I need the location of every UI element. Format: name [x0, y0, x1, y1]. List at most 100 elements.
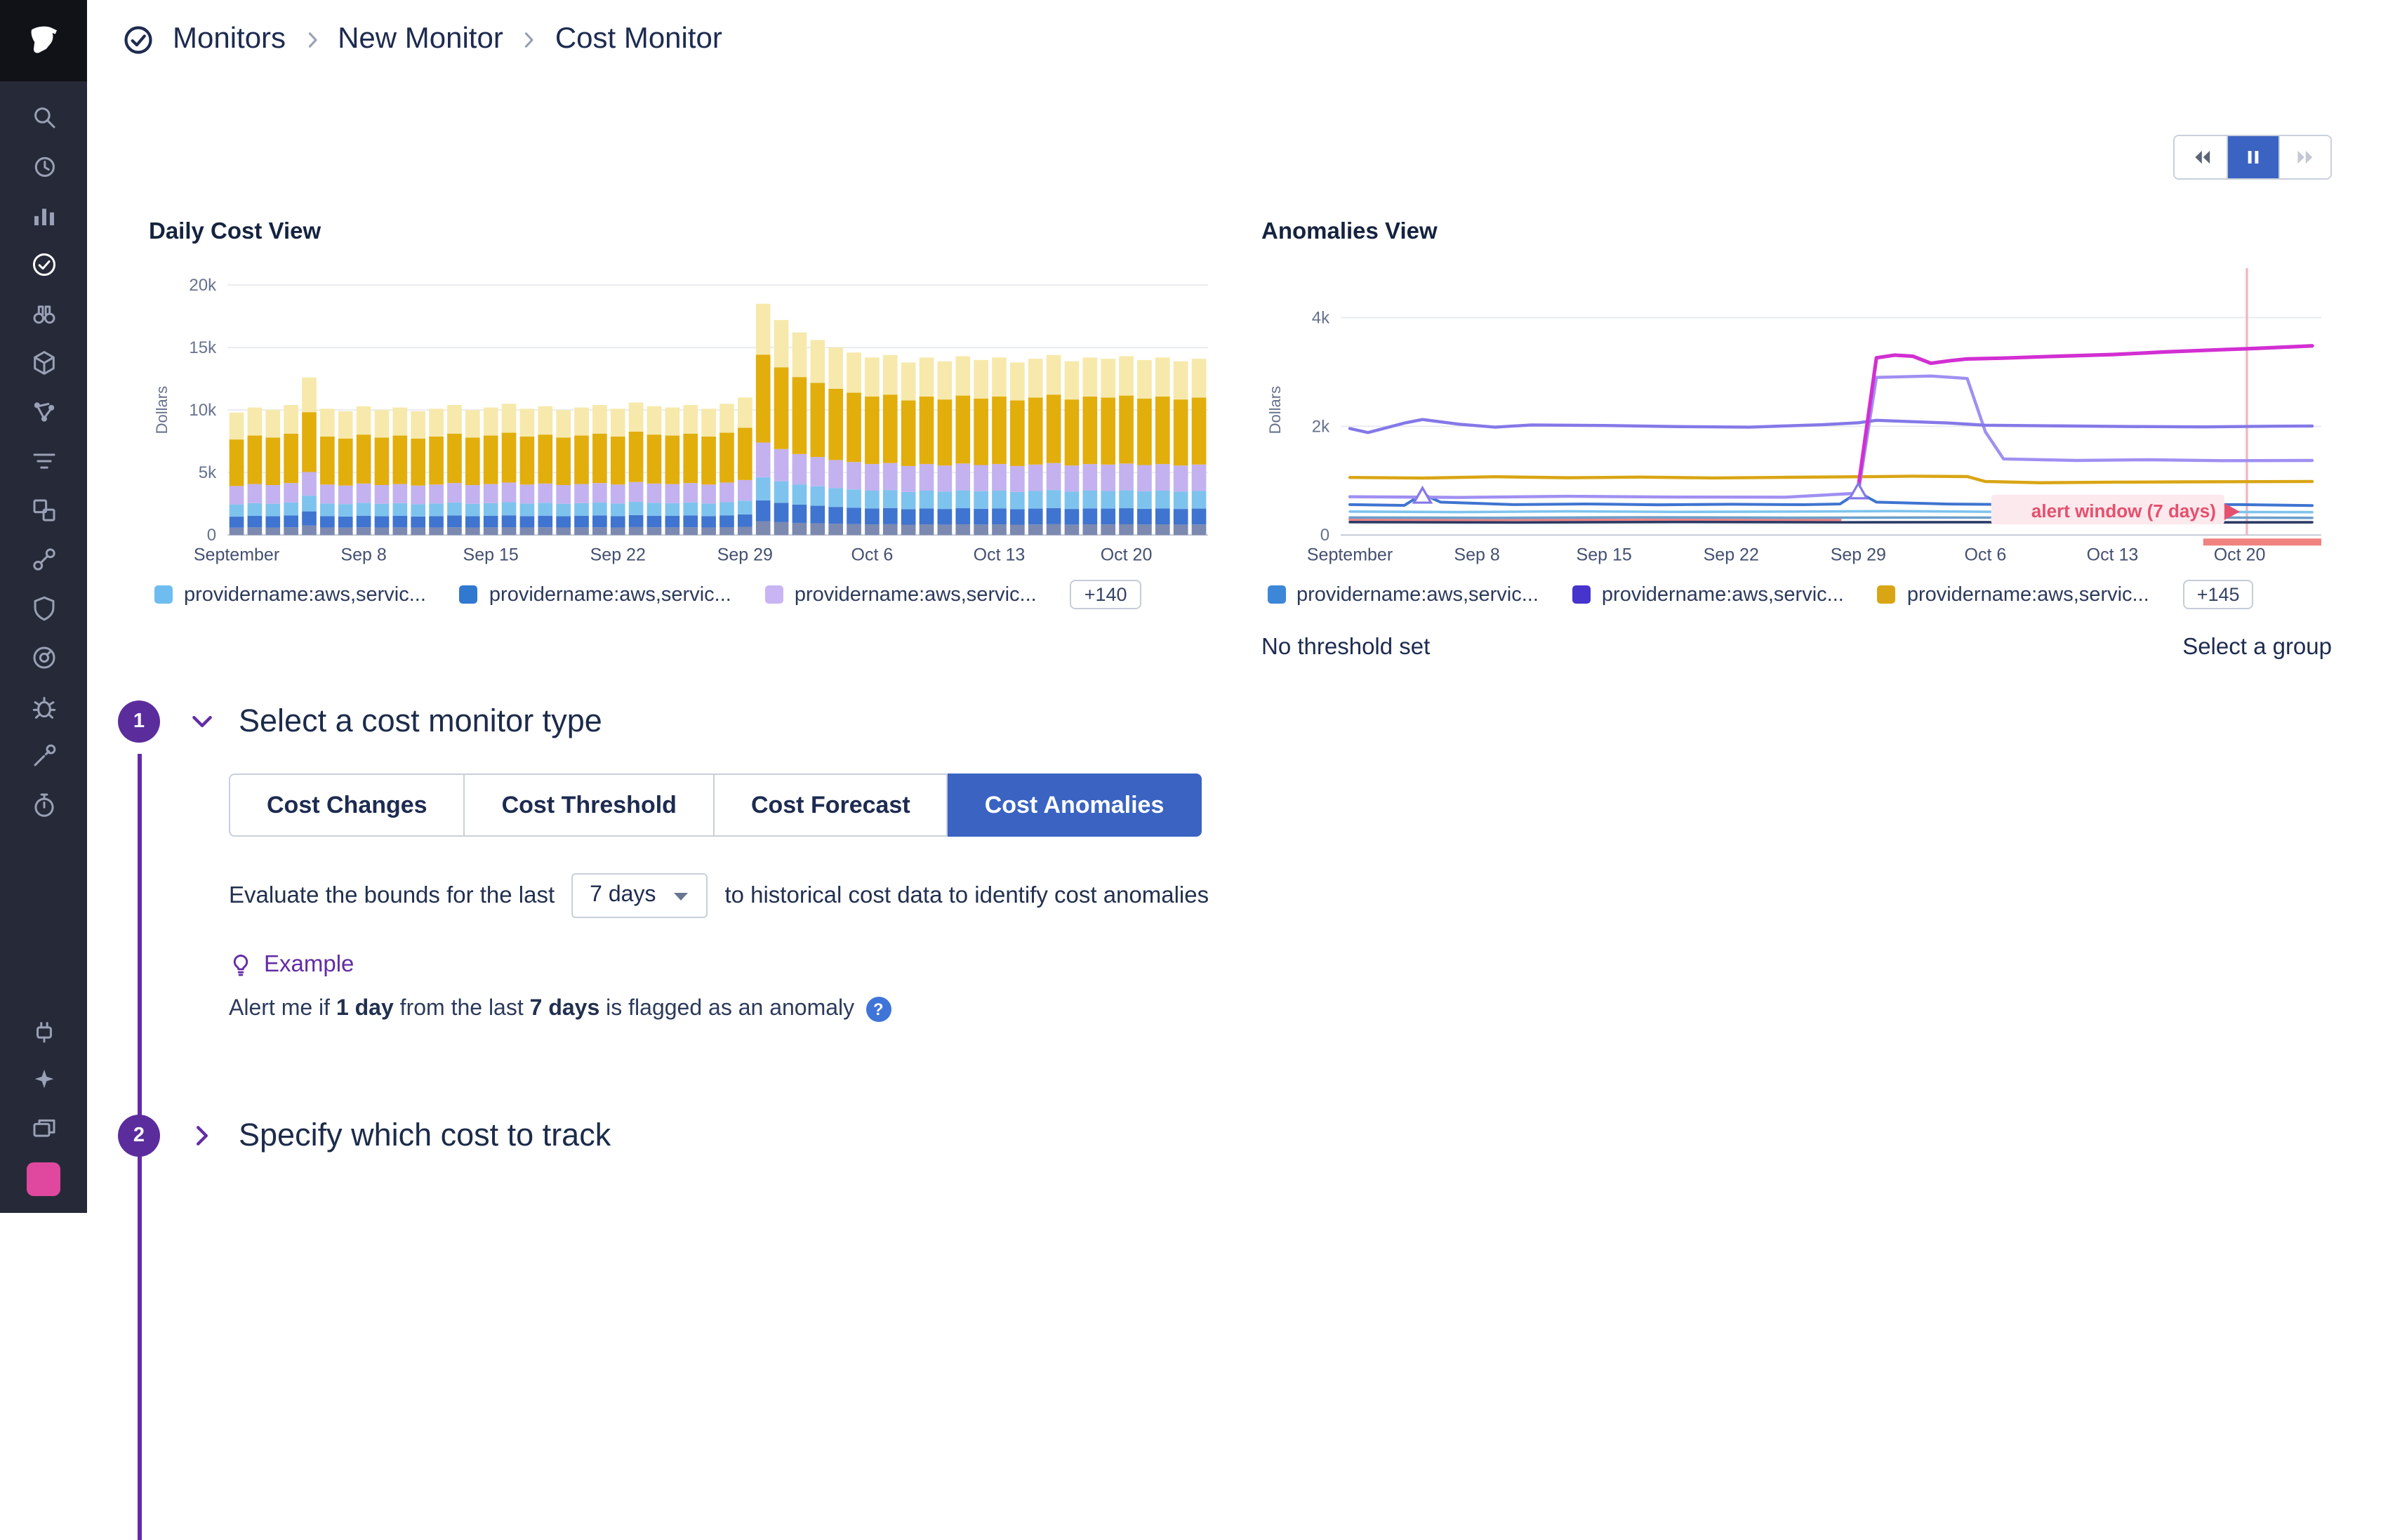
sidebar-item-bug[interactable] [18, 691, 69, 722]
legend-item[interactable]: providername:aws,servic... [765, 583, 1037, 606]
sidebar-item-dashboards[interactable] [18, 494, 69, 525]
sidebar-item-monitors[interactable] [18, 248, 69, 279]
svg-text:September: September [194, 545, 279, 564]
metrics-icon [29, 200, 58, 230]
svg-text:Oct 6: Oct 6 [851, 545, 894, 564]
daily-cost-chart-panel: Daily Cost View 05k10k15k20kDollarsSepte… [149, 219, 1219, 661]
evaluate-window-value: 7 days [590, 883, 656, 908]
help-icon[interactable]: ? [865, 997, 891, 1022]
caret-down-icon [672, 889, 689, 902]
anomalies-chart-panel: Anomalies View 02k4kDollarsSeptemberSep … [1261, 219, 2332, 661]
legend-label: providername:aws,servic... [1602, 583, 1844, 606]
sidebar-nav [0, 81, 87, 1213]
svg-text:Sep 15: Sep 15 [463, 545, 519, 564]
daily-cost-legend: providername:aws,servic... providername:a… [149, 580, 1219, 609]
rewind-icon [2189, 146, 2212, 168]
legend-item[interactable]: providername:aws,servic... [154, 583, 426, 606]
chevron-right-icon[interactable] [188, 1122, 216, 1150]
legend-label: providername:aws,servic... [1296, 583, 1539, 606]
evaluate-window-select[interactable]: 7 days [571, 873, 708, 918]
sidebar-item-servicemap[interactable] [18, 543, 69, 574]
step-2-title: Specify which cost to track [239, 1117, 611, 1154]
sidebar-item-metrics[interactable] [18, 199, 69, 230]
sidebar [0, 0, 87, 1213]
logs-icon [29, 446, 58, 475]
anomalies-footer: No threshold set Select a group [1261, 635, 2332, 661]
wizard-steps: 1 Select a cost monitor type Cost Change… [118, 701, 2332, 1157]
step-2: 2 Specify which cost to track [118, 1115, 2332, 1157]
user-avatar[interactable] [27, 1162, 60, 1196]
sidebar-item-tools[interactable] [18, 740, 69, 771]
security-icon [29, 593, 58, 623]
sidebar-item-apm[interactable] [18, 298, 69, 328]
legend-label: providername:aws,servic... [184, 583, 426, 606]
sidebar-item-security[interactable] [18, 592, 69, 623]
pause-button[interactable] [2227, 136, 2278, 178]
legend-item[interactable]: providername:aws,servic... [1878, 583, 2149, 606]
legend-label: providername:aws,servic... [795, 583, 1037, 606]
legend-item[interactable]: providername:aws,servic... [1267, 583, 1539, 606]
sidebar-item-history[interactable] [18, 150, 69, 181]
sidebar-item-workflows[interactable] [18, 1113, 69, 1144]
svg-text:15k: 15k [189, 338, 217, 357]
content: Daily Cost View 05k10k15k20kDollarsSepte… [87, 79, 2388, 1213]
infrastructure-icon [29, 347, 58, 377]
breadcrumb-item: Cost Monitor [555, 22, 722, 56]
search-icon [29, 102, 58, 131]
playback-controls [2173, 135, 2332, 180]
step-1-header: 1 Select a cost monitor type [118, 701, 2332, 743]
monitor-type-cost-anomalies[interactable]: Cost Anomalies [948, 774, 1202, 837]
synthetics-icon [29, 642, 58, 672]
history-icon [29, 151, 58, 180]
sidebar-item-timer[interactable] [18, 789, 69, 820]
legend-item[interactable]: providername:aws,servic... [1572, 583, 1844, 606]
step-1-badge: 1 [118, 701, 160, 743]
svg-text:Oct 13: Oct 13 [2086, 545, 2138, 564]
breadcrumb-chevron-icon [300, 27, 324, 51]
no-threshold-text: No threshold set [1261, 635, 1430, 661]
evaluate-suffix: to historical cost data to identify cost… [724, 882, 1209, 909]
svg-text:Oct 6: Oct 6 [1964, 545, 2006, 564]
sidebar-item-synthetics[interactable] [18, 642, 69, 672]
legend-item[interactable]: providername:aws,servic... [460, 583, 731, 606]
app-root: MonitorsNew MonitorCost Monitor Daily Co… [0, 0, 2388, 1213]
evaluate-row: Evaluate the bounds for the last 7 days … [229, 873, 2332, 918]
anomalies-chart[interactable]: 02k4kDollarsSeptemberSep 8Sep 15Sep 22Se… [1261, 257, 2332, 577]
svg-text:Sep 8: Sep 8 [340, 545, 386, 564]
chevron-down-icon[interactable] [188, 708, 216, 736]
monitor-type-cost-forecast[interactable]: Cost Forecast [715, 774, 948, 837]
legend-more-badge[interactable]: +140 [1070, 580, 1141, 609]
sidebar-item-ai[interactable] [18, 1064, 69, 1095]
legend-label: providername:aws,servic... [1907, 583, 2149, 606]
svg-text:Oct 20: Oct 20 [1101, 545, 1153, 564]
sidebar-item-search[interactable] [18, 101, 69, 132]
servicemap-icon [29, 544, 58, 573]
svg-text:0: 0 [207, 526, 216, 545]
example-sentence: Alert me if 1 day from the last 7 days i… [229, 997, 2332, 1022]
datadog-logo-icon[interactable] [0, 0, 87, 81]
select-a-group-link[interactable]: Select a group [2182, 635, 2332, 661]
bug-icon [29, 691, 58, 721]
rewind-button[interactable] [2175, 136, 2227, 178]
sidebar-item-logs[interactable] [18, 445, 69, 476]
legend-swatch [1267, 585, 1285, 604]
ai-icon [29, 1065, 58, 1094]
svg-text:Sep 29: Sep 29 [717, 545, 773, 564]
example-toggle[interactable]: Example [229, 952, 354, 978]
sidebar-item-processes[interactable] [18, 396, 69, 427]
sidebar-item-integrations[interactable] [18, 1015, 69, 1046]
breadcrumb-item[interactable]: Monitors [173, 22, 286, 56]
daily-cost-chart[interactable]: 05k10k15k20kDollarsSeptemberSep 8Sep 15S… [149, 257, 1219, 577]
svg-text:2k: 2k [1311, 417, 1329, 436]
lightbulb-icon [229, 953, 253, 977]
svg-text:4k: 4k [1311, 308, 1329, 327]
legend-more-badge[interactable]: +145 [2183, 580, 2254, 609]
breadcrumb-item[interactable]: New Monitor [338, 22, 503, 56]
sidebar-item-infrastructure[interactable] [18, 347, 69, 378]
svg-text:0: 0 [1320, 526, 1329, 545]
svg-text:Sep 22: Sep 22 [590, 545, 646, 564]
monitor-type-cost-threshold[interactable]: Cost Threshold [465, 774, 715, 837]
monitor-type-cost-changes[interactable]: Cost Changes [229, 774, 465, 837]
svg-text:20k: 20k [189, 276, 217, 295]
monitors-icon [29, 249, 58, 279]
